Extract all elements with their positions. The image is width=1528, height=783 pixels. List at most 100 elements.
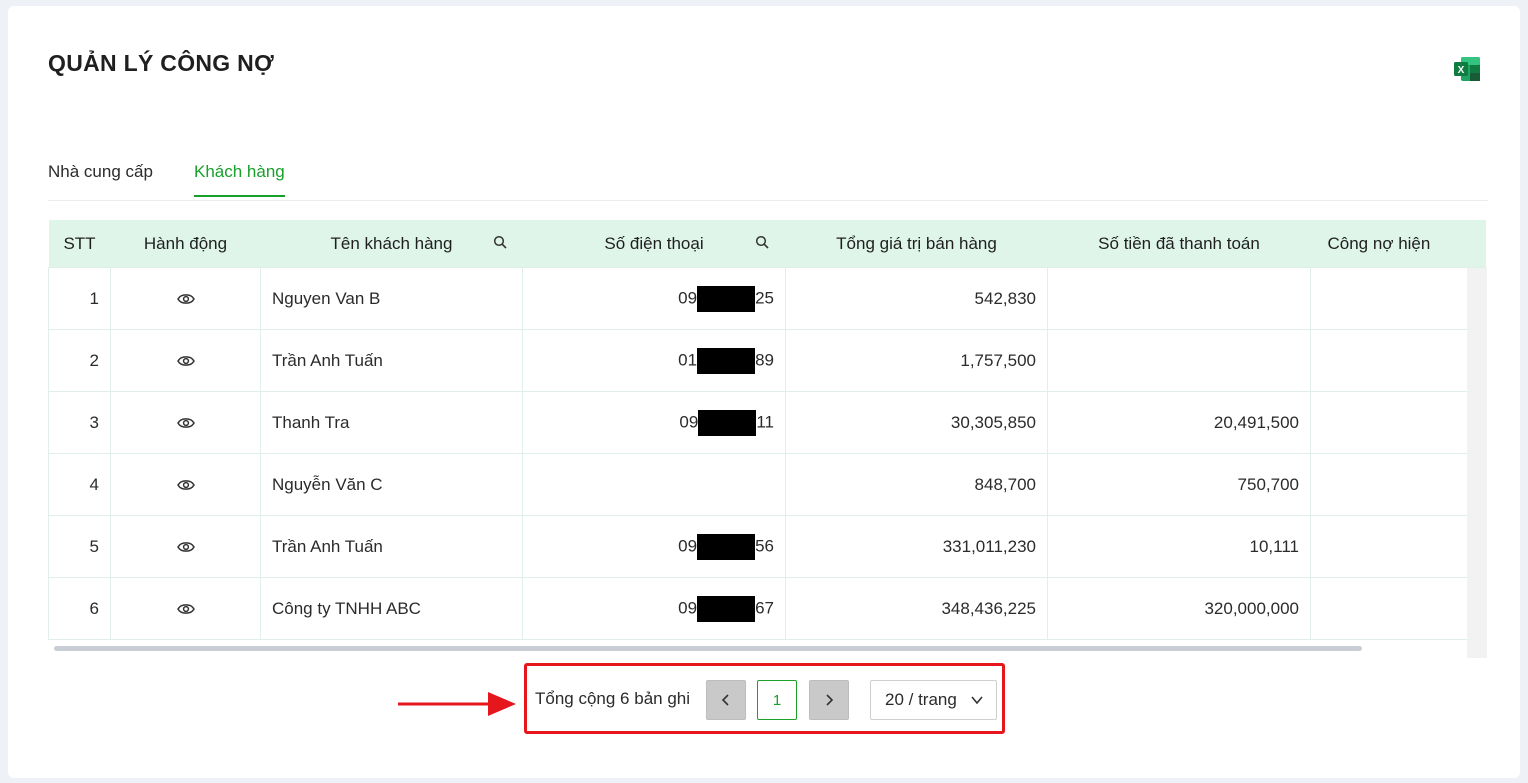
redaction-block xyxy=(698,409,757,436)
col-actions: Hành động xyxy=(110,220,261,268)
next-page-button[interactable] xyxy=(809,680,849,720)
row-customer-name: Thanh Tra xyxy=(260,391,523,454)
col-phone: Số điện thoại xyxy=(522,220,786,268)
row-customer-name: Công ty TNHH ABC xyxy=(260,577,523,640)
eye-icon[interactable] xyxy=(176,354,195,368)
total-records-text: Tổng cộng 6 bản ghi xyxy=(535,689,691,708)
row-stt: 4 xyxy=(48,453,111,516)
phone-prefix: 09 xyxy=(679,411,699,431)
row-current-debt xyxy=(1310,453,1486,516)
row-phone: 09 67 xyxy=(522,577,786,640)
page-size-value: 20 / trang xyxy=(885,690,957,709)
eye-icon[interactable] xyxy=(176,478,195,492)
page-title: QUẢN LÝ CÔNG NỢ xyxy=(48,50,275,76)
phone-suffix: 11 xyxy=(756,411,774,431)
row-action-cell xyxy=(110,515,261,578)
excel-icon[interactable]: X xyxy=(1453,56,1481,82)
col-stt: STT xyxy=(48,220,111,268)
row-customer-name: Trần Anh Tuấn xyxy=(260,515,523,578)
row-phone xyxy=(522,453,786,516)
tab-customers[interactable]: Khách hàng xyxy=(194,162,285,197)
row-current-debt xyxy=(1310,267,1486,330)
row-action-cell xyxy=(110,391,261,454)
horizontal-scrollbar[interactable] xyxy=(48,645,1468,653)
search-icon[interactable] xyxy=(755,235,769,249)
row-stt: 3 xyxy=(48,391,111,454)
row-paid-amount xyxy=(1047,267,1311,330)
table-row: 1 Nguyen Van B 09 25 542,830 xyxy=(48,267,1486,330)
row-phone: 01 89 xyxy=(522,329,786,392)
table-row: 3 Thanh Tra 09 11 30,305,850 20,491,500 xyxy=(48,391,1486,454)
search-icon[interactable] xyxy=(493,235,507,249)
table-row: 5 Trần Anh Tuấn 09 56 331,011,230 10,111 xyxy=(48,515,1486,578)
row-current-debt xyxy=(1310,329,1486,392)
row-current-debt xyxy=(1310,515,1486,578)
phone-suffix: 56 xyxy=(755,535,774,555)
row-total-sales: 348,436,225 xyxy=(785,577,1048,640)
chevron-right-icon xyxy=(826,694,834,706)
svg-text:X: X xyxy=(1458,65,1465,76)
row-total-sales: 331,011,230 xyxy=(785,515,1048,578)
row-customer-name: Nguyễn Văn C xyxy=(260,453,523,516)
phone-prefix: 09 xyxy=(678,535,698,555)
vertical-scrollbar[interactable] xyxy=(1467,268,1487,658)
page-number-button[interactable]: 1 xyxy=(757,680,797,720)
row-phone: 09 25 xyxy=(522,267,786,330)
row-action-cell xyxy=(110,577,261,640)
redaction-block xyxy=(697,285,756,312)
redaction-block xyxy=(697,595,756,622)
redaction-block xyxy=(697,347,756,374)
eye-icon[interactable] xyxy=(176,602,195,616)
row-phone: 09 56 xyxy=(522,515,786,578)
col-customer-name: Tên khách hàng xyxy=(260,220,523,268)
row-total-sales: 30,305,850 xyxy=(785,391,1048,454)
row-phone: 09 11 xyxy=(522,391,786,454)
phone-prefix: 09 xyxy=(678,597,698,617)
col-paid-amount: Số tiền đã thanh toán xyxy=(1047,220,1311,268)
row-stt: 2 xyxy=(48,329,111,392)
tab-bar: Nhà cung cấp Khách hàng xyxy=(48,150,1488,201)
row-paid-amount: 750,700 xyxy=(1047,453,1311,516)
eye-icon[interactable] xyxy=(176,540,195,554)
chevron-left-icon xyxy=(721,694,729,706)
col-phone-label: Số điện thoại xyxy=(604,233,704,253)
row-paid-amount: 320,000,000 xyxy=(1047,577,1311,640)
row-paid-amount xyxy=(1047,329,1311,392)
row-stt: 5 xyxy=(48,515,111,578)
tab-suppliers[interactable]: Nhà cung cấp xyxy=(48,162,153,195)
table-header-row: STT Hành động Tên khách hàng Số điện tho… xyxy=(48,220,1486,268)
horizontal-scroll-thumb[interactable] xyxy=(54,646,1362,651)
row-stt: 6 xyxy=(48,577,111,640)
eye-icon[interactable] xyxy=(176,292,195,306)
red-arrow-annotation xyxy=(398,692,516,716)
phone-prefix: 09 xyxy=(678,287,698,307)
row-current-debt xyxy=(1310,391,1486,454)
chevron-down-icon xyxy=(971,696,983,705)
phone-suffix: 89 xyxy=(755,349,774,369)
debt-table: STT Hành động Tên khách hàng Số điện tho… xyxy=(48,220,1486,660)
row-stt: 1 xyxy=(48,267,111,330)
phone-suffix: 67 xyxy=(755,597,774,617)
redaction-block xyxy=(697,533,756,560)
col-current-debt: Công nợ hiện xyxy=(1310,220,1486,268)
eye-icon[interactable] xyxy=(176,416,195,430)
row-current-debt xyxy=(1310,577,1486,640)
col-current-debt-label: Công nợ hiện xyxy=(1327,233,1431,253)
phone-suffix: 25 xyxy=(755,287,774,307)
row-paid-amount: 10,111 xyxy=(1047,515,1311,578)
row-customer-name: Trần Anh Tuấn xyxy=(260,329,523,392)
col-total-sales: Tổng giá trị bán hàng xyxy=(785,220,1048,268)
col-customer-name-label: Tên khách hàng xyxy=(330,233,453,253)
row-total-sales: 848,700 xyxy=(785,453,1048,516)
phone-prefix: 01 xyxy=(678,349,698,369)
prev-page-button[interactable] xyxy=(706,680,746,720)
table-row: 4 Nguyễn Văn C 848,700 750,700 xyxy=(48,453,1486,516)
row-paid-amount: 20,491,500 xyxy=(1047,391,1311,454)
row-action-cell xyxy=(110,329,261,392)
table-row: 2 Trần Anh Tuấn 01 89 1,757,500 xyxy=(48,329,1486,392)
row-total-sales: 542,830 xyxy=(785,267,1048,330)
table-row: 6 Công ty TNHH ABC 09 67 348,436,225 320,… xyxy=(48,577,1486,640)
row-action-cell xyxy=(110,453,261,516)
page-size-select[interactable]: 20 / trang xyxy=(870,680,997,720)
row-action-cell xyxy=(110,267,261,330)
